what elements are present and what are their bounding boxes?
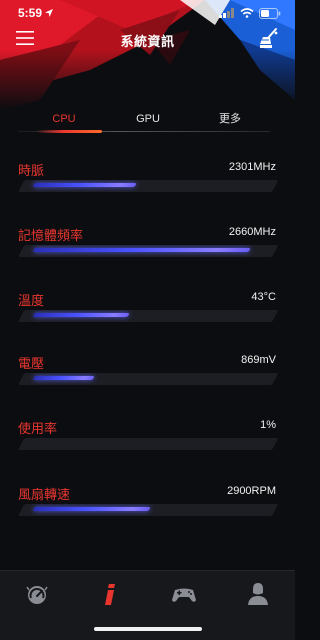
status-time: 5:59 (18, 6, 43, 20)
metric-usage: 使用率 1% (18, 418, 279, 458)
metric-label: 風扇轉速 (18, 488, 71, 503)
nav-item-system-info[interactable] (98, 581, 124, 607)
nav-item-dashboard[interactable] (24, 581, 50, 607)
battery-icon (259, 7, 281, 19)
tab-more[interactable]: 更多 (200, 110, 260, 132)
metric-label: 記憶體頻率 (18, 229, 84, 244)
metric-value: 2900RPM (227, 485, 276, 497)
nav-item-game[interactable] (171, 581, 197, 607)
metric-voltage: 電壓 869mV (18, 353, 279, 393)
user-icon (248, 583, 268, 605)
metric-label: 使用率 (18, 422, 58, 437)
metric-bar-track (18, 438, 279, 450)
broom-icon (260, 28, 278, 48)
metric-value: 2660MHz (228, 226, 276, 238)
metric-fan-speed: 風扇轉速 2900RPM (18, 484, 279, 524)
tab-bar: CPU GPU 更多 (18, 110, 270, 136)
tab-active-indicator (36, 130, 102, 133)
status-bar: 5:59 (0, 0, 295, 26)
metric-bar-track (18, 373, 279, 385)
metric-bar-fill (32, 248, 251, 252)
app-bar: 系統資訊 (0, 26, 295, 54)
metric-label: 電壓 (18, 357, 45, 372)
metric-bar-fill (32, 376, 96, 380)
tab-cpu[interactable]: CPU (32, 110, 96, 132)
metric-value: 1% (260, 419, 276, 431)
tab-gpu[interactable]: GPU (118, 110, 178, 132)
speedometer-icon (26, 586, 48, 604)
metric-bar-track (18, 504, 279, 516)
metric-value: 869mV (241, 354, 276, 366)
nav-item-account[interactable] (245, 581, 271, 607)
page-title: 系統資訊 (120, 35, 175, 50)
gamepad-icon (172, 588, 196, 602)
cellular-signal-icon (219, 8, 234, 18)
metric-bar-track (18, 245, 279, 257)
metric-value: 2301MHz (228, 161, 276, 173)
wifi-icon (240, 8, 254, 18)
home-indicator (94, 627, 202, 631)
metric-bar-fill (32, 313, 130, 317)
metric-temperature: 溫度 43°C (18, 290, 279, 330)
metric-bar-fill (32, 507, 151, 511)
metric-clock-speed: 時脈 2301MHz (18, 160, 279, 200)
metric-bar-track (18, 180, 279, 192)
status-right (219, 7, 281, 19)
status-left: 5:59 (18, 6, 54, 20)
location-arrow-icon (45, 9, 54, 17)
metric-bar-track (18, 310, 279, 322)
metric-label: 時脈 (18, 164, 45, 179)
system-info-icon (105, 584, 115, 605)
metric-memory-frequency: 記憶體頻率 2660MHz (18, 225, 279, 265)
metric-label: 溫度 (18, 294, 45, 309)
metric-bar-fill (32, 183, 137, 187)
metric-value: 43°C (251, 291, 276, 303)
memory-clean-button[interactable] (257, 27, 281, 51)
